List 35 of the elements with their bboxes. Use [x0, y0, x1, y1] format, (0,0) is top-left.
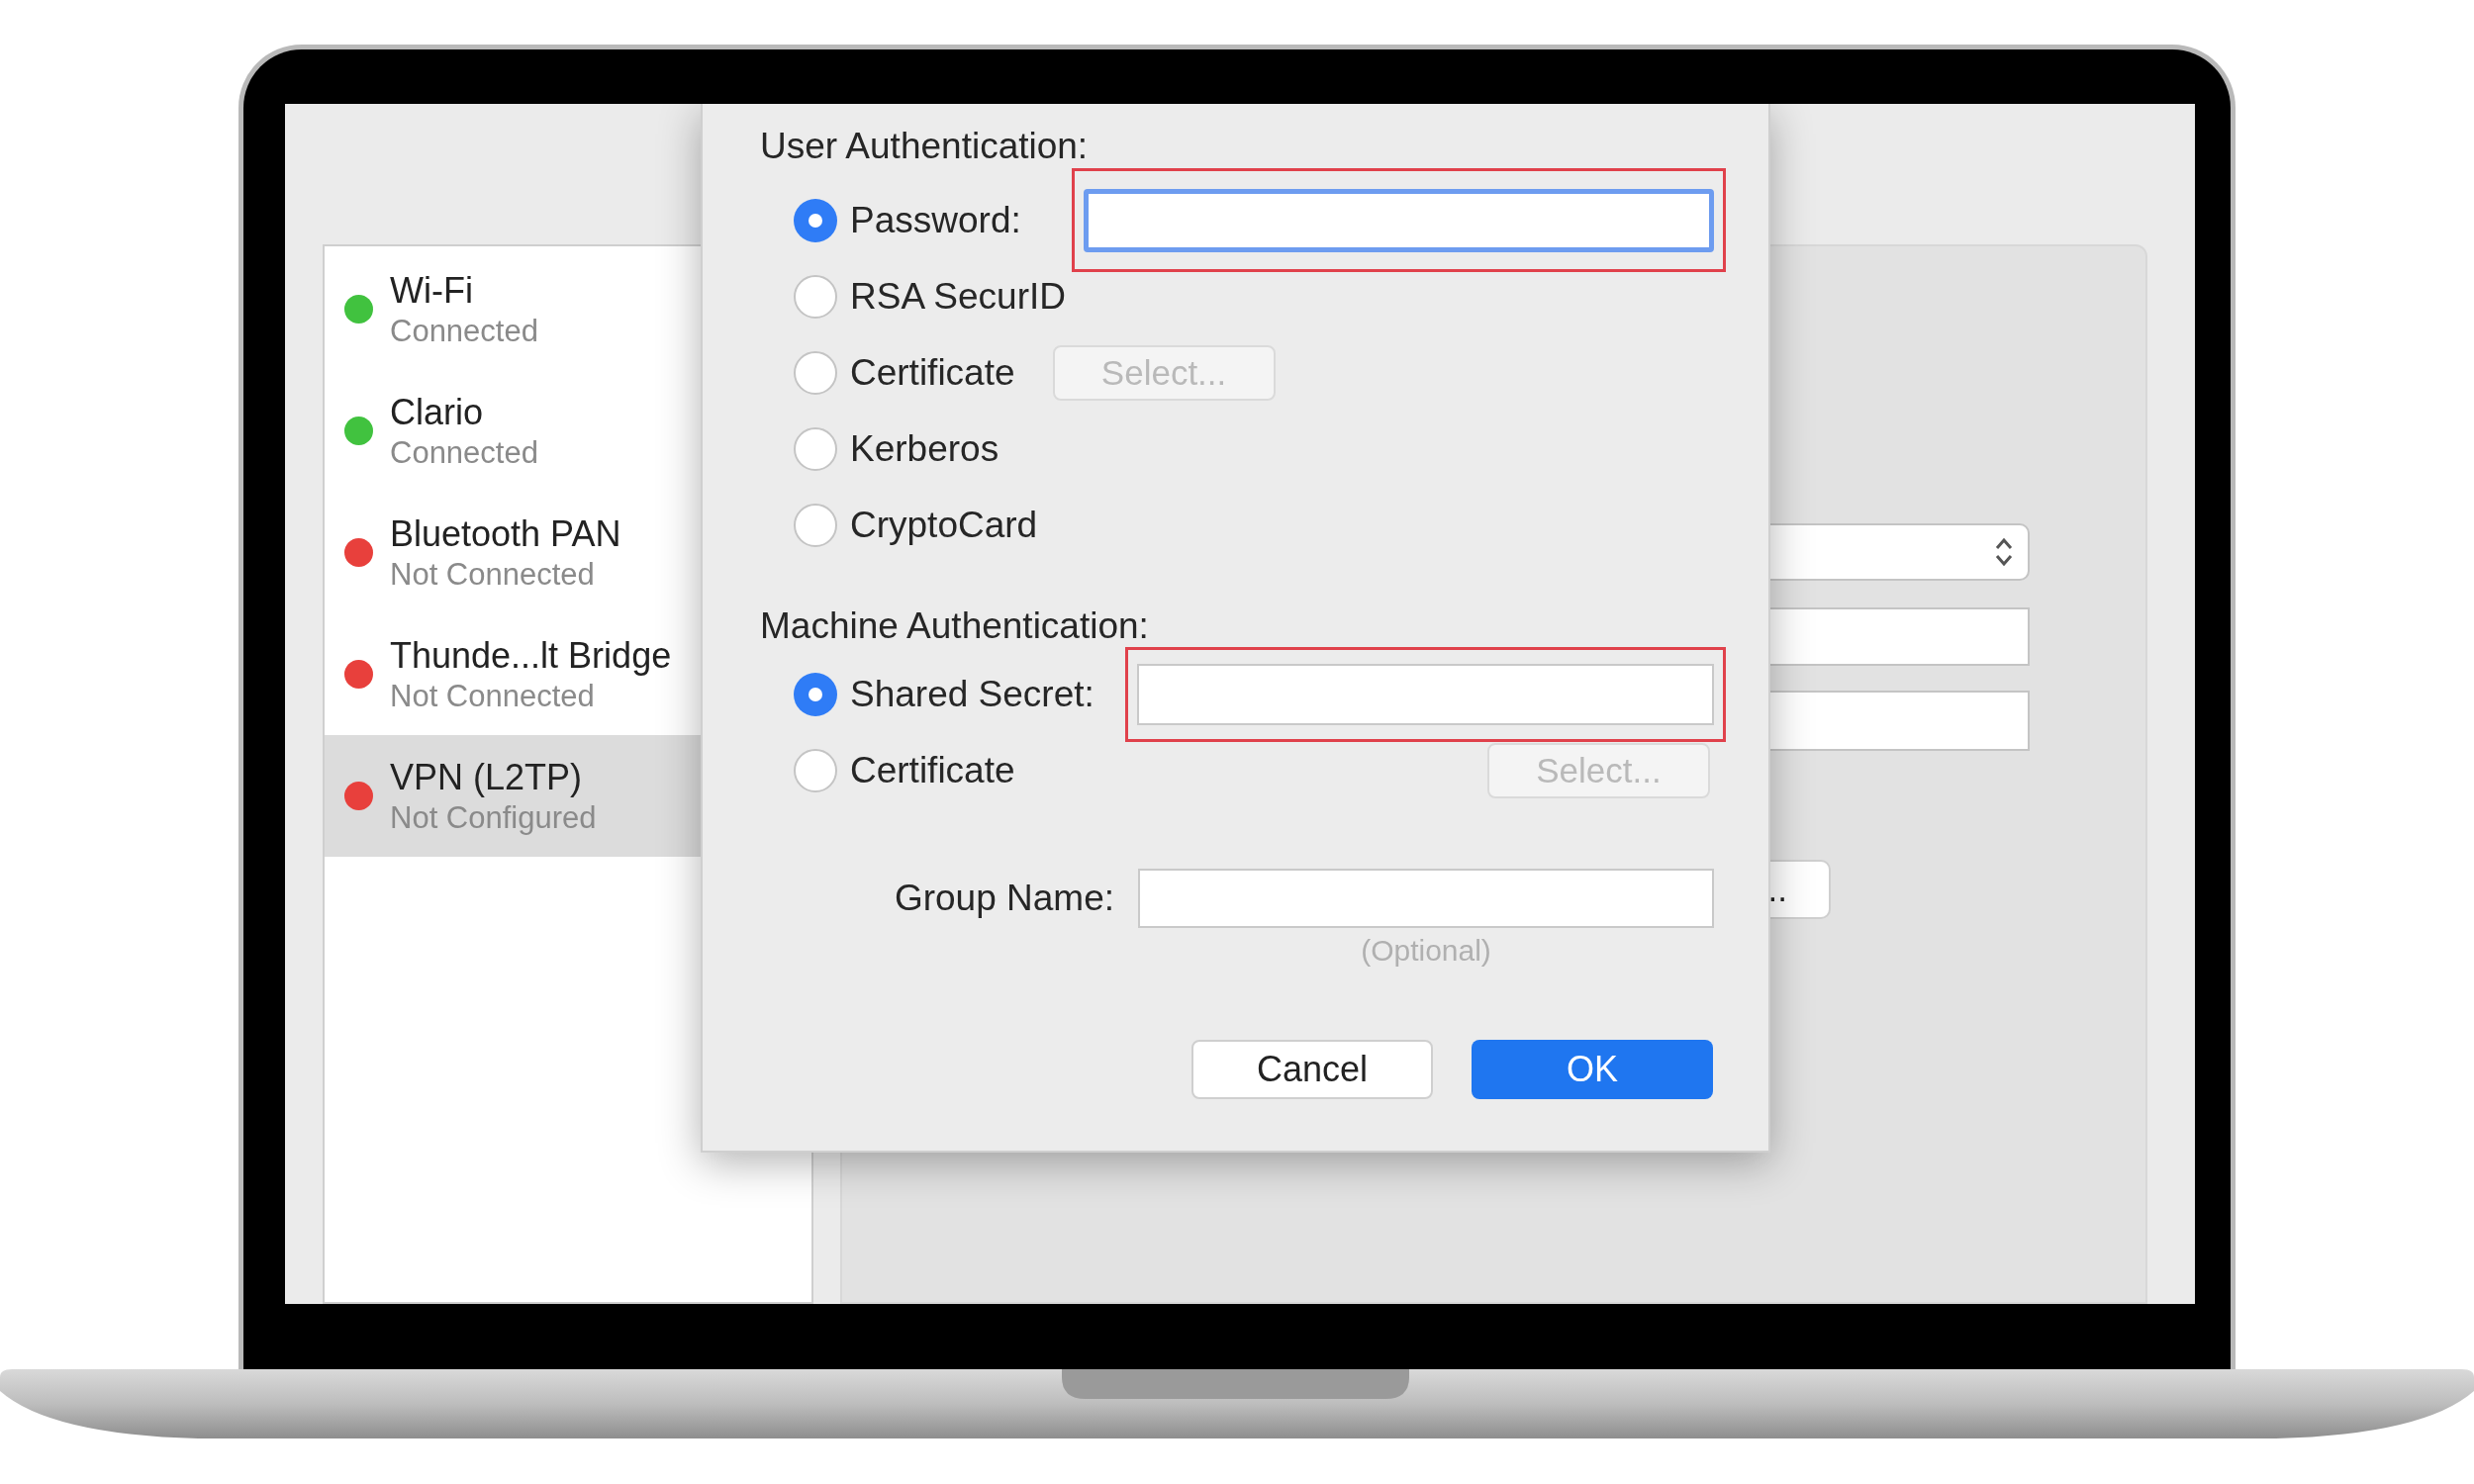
section-title: User Authentication: [760, 125, 1089, 169]
radio-button[interactable] [794, 672, 837, 716]
network-status: Not Connected [390, 555, 596, 594]
radio-button[interactable] [794, 503, 837, 547]
network-item[interactable]: Clario Connected [325, 370, 811, 492]
radio-button[interactable] [794, 198, 837, 242]
option-label: RSA SecurID [850, 274, 1066, 319]
option-label: Shared Secret: [850, 672, 1094, 716]
cancel-button[interactable]: Cancel [1191, 1040, 1433, 1099]
network-name: Clario [390, 390, 485, 434]
ok-button[interactable]: OK [1472, 1040, 1713, 1099]
text-field[interactable] [1084, 188, 1714, 252]
network-status: Not Configured [390, 798, 597, 837]
option-label: Certificate [850, 748, 1015, 792]
radio-button[interactable] [794, 426, 837, 471]
network-name: VPN (L2TP) [390, 755, 584, 799]
option-label: CryptoCard [850, 503, 1038, 547]
network-status: Connected [390, 312, 538, 350]
radio-button[interactable] [794, 748, 837, 792]
option-label: Kerberos [850, 426, 999, 471]
group-name-field[interactable] [1138, 868, 1714, 928]
optional-hint: (Optional) [1360, 936, 1492, 966]
network-status: Not Connected [390, 677, 596, 715]
network-status: Connected [390, 433, 538, 472]
network-name: Bluetooth PAN [390, 511, 621, 556]
radio-button[interactable] [794, 350, 837, 395]
option-label: Password: [850, 198, 1021, 242]
network-name: Thunde...lt Bridge [390, 633, 672, 678]
option-label: Certificate [850, 350, 1015, 395]
network-name: Wi-Fi [390, 268, 474, 313]
chevron-up-down-icon [1994, 535, 2014, 569]
group-name-label: Group Name: [893, 876, 1115, 920]
text-field[interactable] [1137, 663, 1714, 725]
network-item[interactable]: Wi-Fi Connected [325, 248, 811, 370]
radio-button[interactable] [794, 274, 837, 319]
